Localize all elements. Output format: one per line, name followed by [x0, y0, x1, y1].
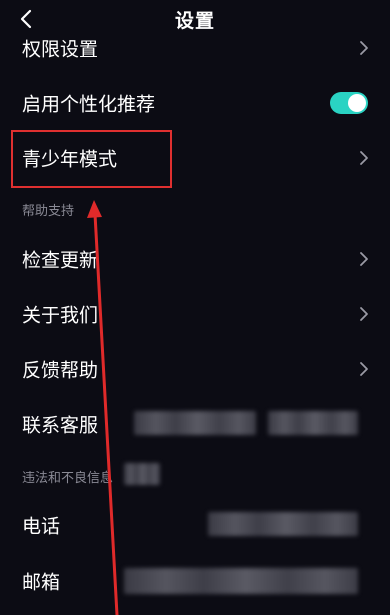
row-label-contact: 联系客服 [22, 414, 99, 437]
row-label-about: 关于我们 [22, 304, 99, 327]
section-header-help: 帮助支持 [22, 204, 75, 219]
personalized-recommendation-toggle[interactable] [330, 92, 368, 114]
row-label-phone: 电话 [22, 515, 61, 538]
settings-row-feedback[interactable]: 反馈帮助 [0, 343, 390, 395]
page-title: 设置 [174, 10, 215, 32]
header-bar: 设置 [0, 0, 390, 38]
redacted-email-address [124, 568, 358, 594]
row-label-email: 邮箱 [22, 571, 61, 594]
chevron-right-icon [360, 307, 368, 321]
highlight-box [11, 130, 172, 188]
settings-row-about[interactable]: 关于我们 [0, 288, 390, 340]
section-header-report: 违法和不良信息 [22, 471, 114, 486]
row-label-feedback: 反馈帮助 [22, 359, 99, 382]
row-label-permissions: 权限设置 [22, 38, 99, 61]
chevron-right-icon [360, 41, 368, 55]
redacted-contact-info [134, 411, 256, 435]
chevron-right-icon [360, 252, 368, 266]
toggle-knob [348, 94, 366, 112]
chevron-right-icon [360, 362, 368, 376]
redacted-phone-number [208, 512, 358, 536]
redacted-report-info [124, 463, 160, 485]
settings-row-personalized-recommendation: 启用个性化推荐 [0, 77, 390, 129]
settings-row-check-update[interactable]: 检查更新 [0, 233, 390, 285]
row-label-personalized: 启用个性化推荐 [22, 93, 156, 116]
redacted-contact-info [268, 411, 358, 435]
chevron-right-icon [360, 151, 368, 165]
row-label-check-update: 检查更新 [22, 249, 99, 272]
